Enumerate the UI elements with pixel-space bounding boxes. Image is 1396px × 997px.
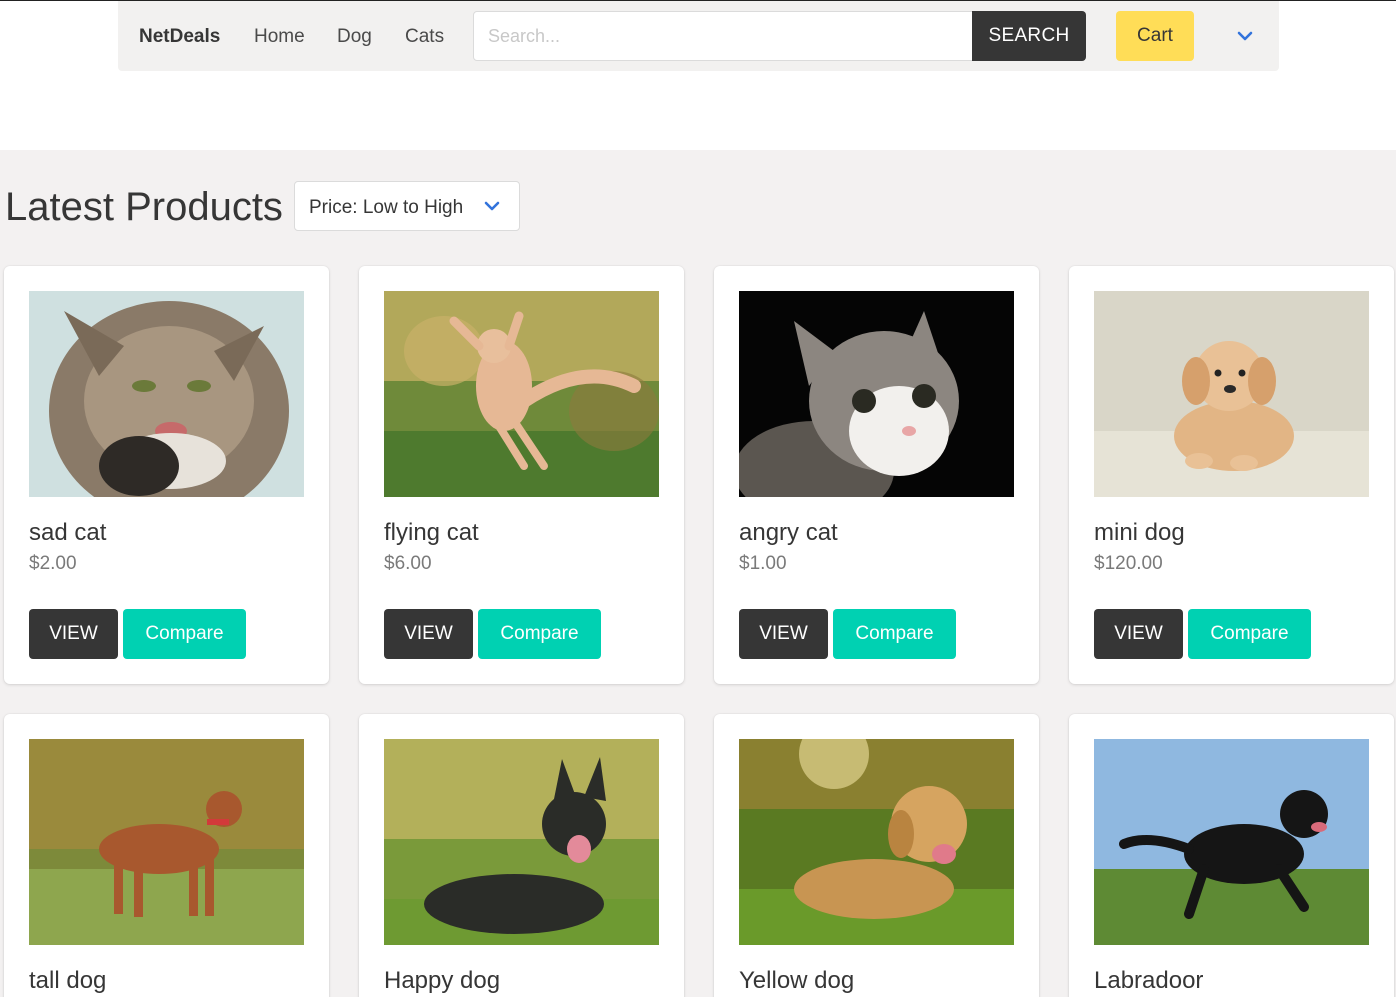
compare-button[interactable]: Compare: [1188, 609, 1311, 659]
cart-button[interactable]: Cart: [1116, 11, 1194, 61]
chevron-down-icon: [482, 196, 502, 216]
product-card: mini dog $120.00 VIEW Compare: [1069, 266, 1394, 684]
product-price: $120.00: [1094, 553, 1163, 574]
product-card: Labradoor: [1069, 714, 1394, 997]
view-button[interactable]: VIEW: [739, 609, 828, 659]
product-image[interactable]: [384, 739, 659, 945]
view-button[interactable]: VIEW: [1094, 609, 1183, 659]
product-title[interactable]: flying cat: [384, 519, 479, 547]
product-card: angry cat $1.00 VIEW Compare: [714, 266, 1039, 684]
compare-button[interactable]: Compare: [478, 609, 601, 659]
product-title[interactable]: mini dog: [1094, 519, 1185, 547]
product-title[interactable]: angry cat: [739, 519, 838, 547]
product-price: $6.00: [384, 553, 432, 574]
page-title: Latest Products: [5, 185, 283, 229]
product-image[interactable]: [1094, 739, 1369, 945]
navbar: NetDeals Home Dog Cats SEARCH Cart: [118, 1, 1279, 71]
product-image[interactable]: [739, 291, 1014, 497]
brand-logo[interactable]: NetDeals: [139, 26, 220, 48]
nav-link-cats[interactable]: Cats: [405, 26, 444, 48]
product-title[interactable]: tall dog: [29, 967, 106, 995]
chevron-down-icon[interactable]: [1234, 25, 1256, 47]
sort-selected-value: Price: Low to High: [309, 197, 464, 218]
sort-dropdown[interactable]: Price: Low to High: [294, 181, 520, 231]
product-card: flying cat $6.00 VIEW Compare: [359, 266, 684, 684]
product-title[interactable]: Labradoor: [1094, 967, 1203, 995]
product-title[interactable]: Happy dog: [384, 967, 500, 995]
search-input[interactable]: [473, 11, 973, 61]
products-section: Latest Products Price: Low to High sad c…: [0, 150, 1396, 997]
compare-button[interactable]: Compare: [123, 609, 246, 659]
nav-link-dog[interactable]: Dog: [337, 26, 372, 48]
product-image[interactable]: [29, 739, 304, 945]
product-image[interactable]: [29, 291, 304, 497]
product-title[interactable]: Yellow dog: [739, 967, 854, 995]
view-button[interactable]: VIEW: [384, 609, 473, 659]
product-image[interactable]: [384, 291, 659, 497]
product-title[interactable]: sad cat: [29, 519, 106, 547]
product-price: $1.00: [739, 553, 787, 574]
search-button[interactable]: SEARCH: [972, 11, 1086, 61]
product-image[interactable]: [739, 739, 1014, 945]
product-card: Yellow dog: [714, 714, 1039, 997]
view-button[interactable]: VIEW: [29, 609, 118, 659]
product-image[interactable]: [1094, 291, 1369, 497]
compare-button[interactable]: Compare: [833, 609, 956, 659]
nav-link-home[interactable]: Home: [254, 26, 305, 48]
product-card: tall dog: [4, 714, 329, 997]
product-price: $2.00: [29, 553, 77, 574]
product-card: Happy dog: [359, 714, 684, 997]
product-card: sad cat $2.00 VIEW Compare: [4, 266, 329, 684]
